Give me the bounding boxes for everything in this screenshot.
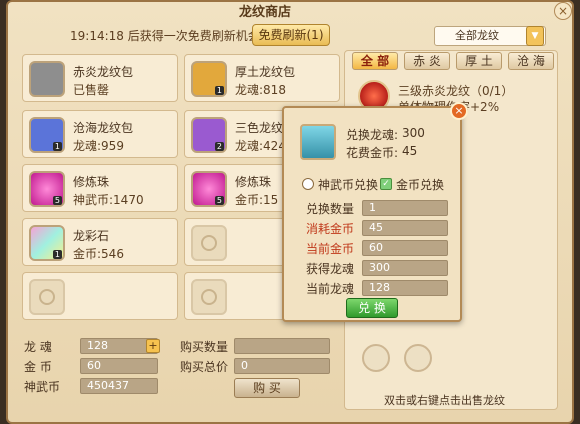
window-title: 龙纹商店 [238, 5, 291, 20]
item-price: 神武币:1470 [73, 193, 144, 207]
orb-pink-icon: 5 [191, 171, 227, 207]
item-name: 厚土龙纹包 [235, 65, 296, 79]
current-longhun-value: 128 [362, 280, 448, 296]
buy-total-value: 0 [234, 358, 330, 374]
add-longhun-button[interactable]: + [146, 339, 160, 353]
current-gold-value: 60 [362, 240, 448, 256]
item-price: 已售罄 [73, 83, 110, 97]
pattern-name: 三级赤炎龙纹（0/1） [398, 84, 514, 98]
bag-purple-icon: 2 [191, 117, 227, 153]
bag-gray-icon [29, 61, 65, 97]
consume-gold-value: 45 [362, 220, 448, 236]
empty-slot-icon [191, 279, 227, 315]
exchange-qty-input[interactable]: 1 [362, 200, 448, 216]
close-icon[interactable]: × [450, 102, 468, 120]
item-price: 金币:15 [235, 193, 279, 207]
tab-all[interactable]: 全 部 [352, 52, 398, 70]
item-name: 龙彩石 [73, 229, 110, 243]
item-name: 修炼珠 [73, 175, 110, 189]
shenwubi-label: 神武币 [24, 380, 61, 394]
shop-item[interactable]: 赤炎龙纹包 已售罄 [22, 54, 178, 102]
gold-exchange-label: 金币兑换 [396, 178, 445, 192]
buy-qty-input[interactable] [234, 338, 330, 354]
empty-slot-icon [29, 279, 65, 315]
chevron-down-icon[interactable]: ▼ [526, 26, 544, 46]
shop-item[interactable]: 1 厚土龙纹包 龙魂:818 [184, 54, 340, 102]
shenwu-exchange-label: 神武币兑换 [318, 178, 379, 192]
bag-blue-icon: 1 [29, 117, 65, 153]
gain-longhun-value: 300 [362, 260, 448, 276]
orb-pink-icon: 5 [29, 171, 65, 207]
sell-hint: 双击或右键点击出售龙纹 [384, 394, 505, 407]
buy-total-label: 购买总价 [180, 360, 229, 374]
item-price: 龙魂:959 [73, 139, 124, 153]
tab-chiyan[interactable]: 赤 炎 [404, 52, 450, 70]
shenwu-exchange-radio[interactable] [302, 178, 314, 190]
bag-gold-icon: 1 [191, 61, 227, 97]
refresh-timer: 19:14:18 后获得一次免费刷新机会 [70, 29, 260, 43]
free-refresh-button[interactable]: 免费刷新(1) [252, 24, 330, 46]
exchange-qty-label: 兑换数量 [306, 202, 355, 216]
consume-gold-label: 消耗金币 [306, 222, 355, 236]
tab-canghai[interactable]: 沧 海 [508, 52, 554, 70]
buy-qty-label: 购买数量 [180, 340, 229, 354]
jinbi-value: 60 [80, 358, 158, 374]
buy-button[interactable]: 购 买 [234, 378, 300, 398]
stone-rainbow-icon: 1 [29, 225, 65, 261]
item-name: 修炼珠 [235, 175, 272, 189]
item-name: 赤炎龙纹包 [73, 65, 134, 79]
gold-exchange-check[interactable]: ✓ [380, 178, 392, 190]
empty-slot-icon [191, 225, 227, 261]
shop-item[interactable]: 1 龙彩石 金币:546 [22, 218, 178, 266]
item-name: 沧海龙纹包 [73, 121, 134, 135]
exchange-button[interactable]: 兑 换 [346, 298, 398, 318]
exchange-longhun-value: 300 [402, 126, 425, 140]
longhun-label: 龙 魂 [24, 340, 52, 354]
empty-pattern-slot [404, 344, 432, 372]
cost-gold-value: 45 [402, 144, 418, 158]
item-price: 龙魂:818 [235, 83, 286, 97]
empty-pattern-slot [362, 344, 390, 372]
item-price: 金币:546 [73, 247, 124, 261]
cost-gold-label: 花费金币: [346, 146, 399, 160]
shop-item[interactable]: 5 修炼珠 神武币:1470 [22, 164, 178, 212]
current-longhun-label: 当前龙魂 [306, 282, 355, 296]
jinbi-label: 金 币 [24, 360, 52, 374]
tab-houtu[interactable]: 厚 土 [456, 52, 502, 70]
shenwubi-value: 450437 [80, 378, 158, 394]
gain-longhun-label: 获得龙魂 [306, 262, 355, 276]
current-gold-label: 当前金币 [306, 242, 355, 256]
empty-slot [22, 272, 178, 320]
exchange-longhun-label: 兑换龙魂: [346, 128, 399, 142]
item-price: 龙魂:424 [235, 139, 286, 153]
shop-item[interactable]: 1 沧海龙纹包 龙魂:959 [22, 110, 178, 158]
dragon-soul-icon [300, 124, 336, 160]
close-icon[interactable]: × [554, 2, 572, 20]
